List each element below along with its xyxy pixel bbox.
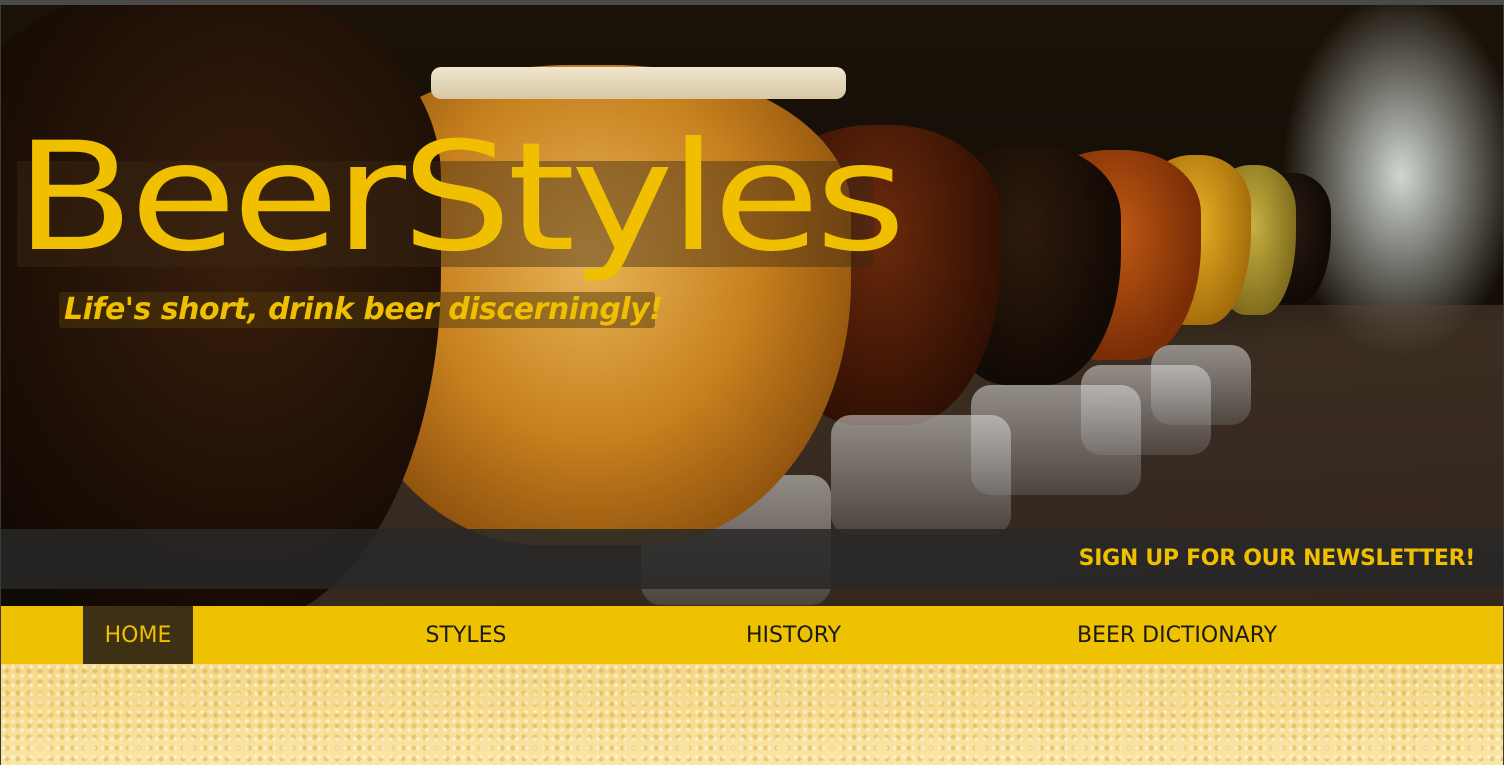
newsletter-bar: SIGN UP FOR OUR NEWSLETTER! [1, 529, 1503, 589]
nav-item-beer-dictionary[interactable]: BEER DICTIONARY [1046, 606, 1308, 664]
newsletter-signup-link[interactable]: SIGN UP FOR OUR NEWSLETTER! [1079, 546, 1476, 571]
site-tagline: Life's short, drink beer discerningly! [64, 292, 663, 327]
nav-item-history[interactable]: HISTORY [721, 606, 866, 664]
foam-background [1, 664, 1503, 765]
nav-item-styles[interactable]: STYLES [396, 606, 536, 664]
site-logo[interactable]: BeerStyles [15, 123, 906, 273]
main-navigation: HOME STYLES HISTORY BEER DICTIONARY [1, 606, 1503, 664]
nav-item-home[interactable]: HOME [83, 606, 193, 664]
glass-stem [831, 415, 1011, 535]
hero-banner: BeerStyles Life's short, drink beer disc… [1, 5, 1503, 606]
beer-foam [431, 67, 846, 99]
